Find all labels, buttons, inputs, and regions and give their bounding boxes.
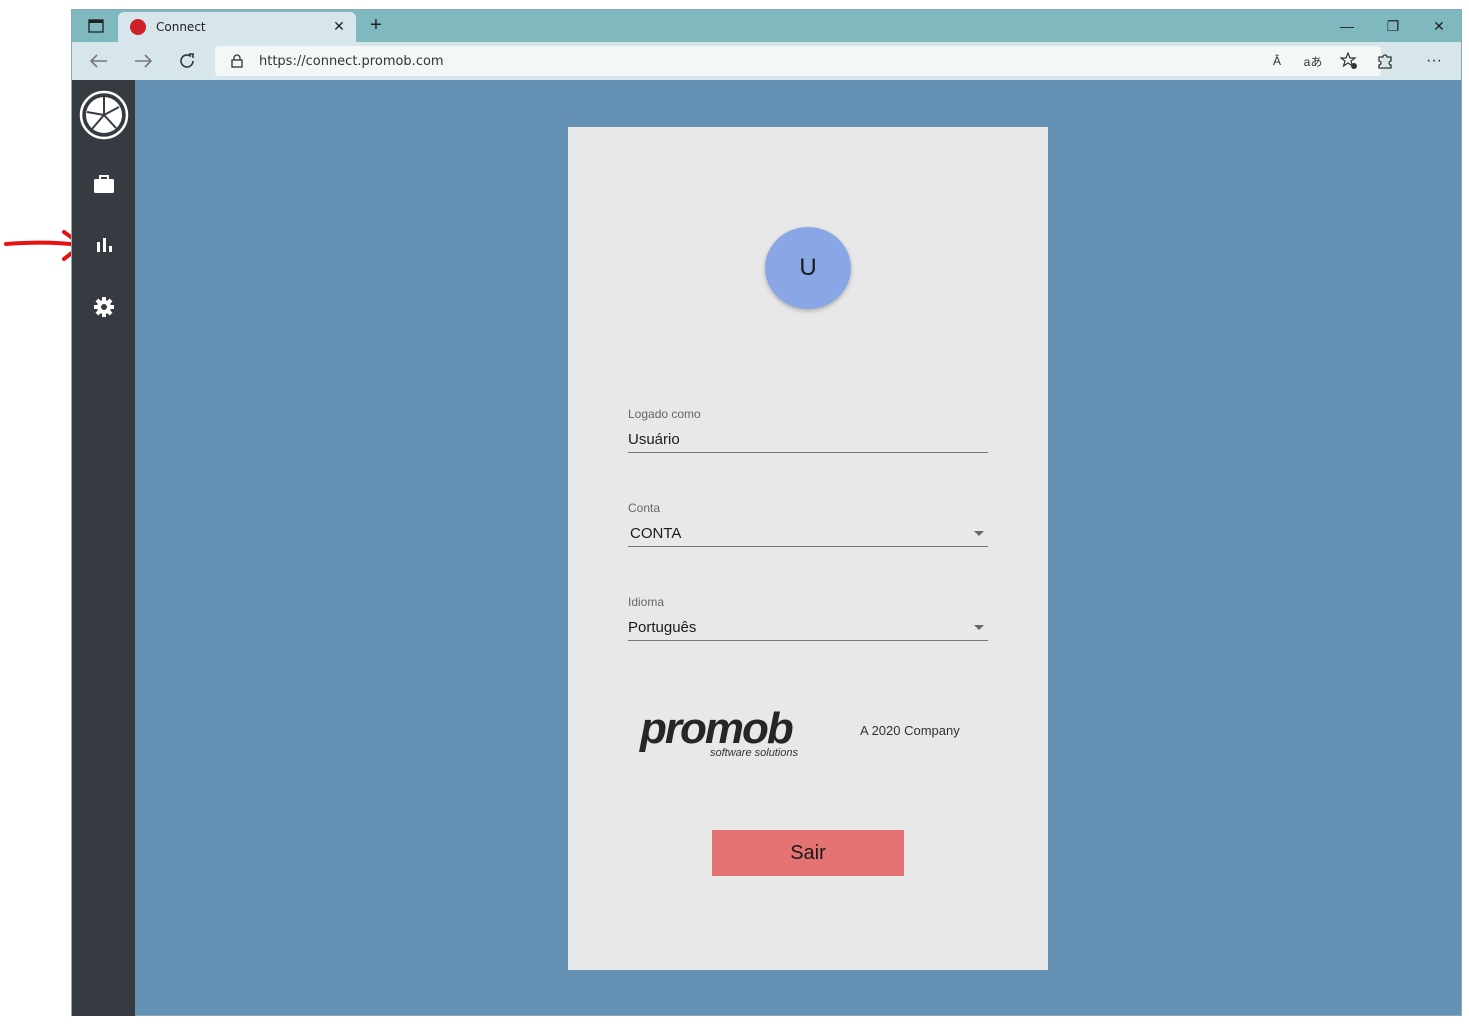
refresh-icon [180,53,194,68]
translate-icon: aあ [1303,54,1323,69]
back-button[interactable] [86,50,112,72]
ellipsis-icon: ··· [1426,52,1442,69]
promob-logo: promob software solutions [640,707,810,763]
puzzle-icon [1378,54,1392,69]
translate-button[interactable]: aあ [1301,51,1325,71]
gear-icon [93,297,114,317]
tab-actions-button[interactable] [80,15,112,37]
minimize-button[interactable]: — [1327,14,1367,38]
logged-as-value: Usuário [628,431,680,448]
bar-chart-icon [96,238,112,252]
address-bar: https://connect.promob.com Â aあ ··· [72,42,1461,80]
tab-close-button[interactable]: ✕ [330,17,348,35]
sidebar [72,80,135,1016]
account-value: CONTA [630,525,682,542]
language-label: Idioma [628,595,665,609]
forward-button[interactable] [130,50,156,72]
tab-connect[interactable]: Connect ✕ [118,12,356,42]
arrow-left-icon [90,54,107,68]
tab-actions-icon [88,19,104,33]
title-bar: Connect ✕ + — ❐ ✕ [72,10,1461,42]
chevron-down-icon [974,531,984,536]
logged-as-label: Logado como [628,407,701,421]
url-input[interactable]: https://connect.promob.com Â aあ [215,46,1381,76]
read-aloud-icon: Â [1272,54,1281,68]
favorites-button[interactable] [1337,51,1361,71]
company-text: A 2020 Company [860,723,960,738]
new-tab-button[interactable]: + [364,14,388,38]
chevron-down-icon [974,625,984,630]
window-close-button[interactable]: ✕ [1419,14,1459,38]
profile-card: U Logado como Usuário Conta CONTA Idioma… [568,127,1048,970]
url-text: https://connect.promob.com [259,54,444,69]
star-add-icon [1340,52,1357,69]
read-aloud-button[interactable]: Â [1265,51,1289,71]
logout-label: Sair [790,841,826,864]
language-select[interactable]: Idioma Português [628,595,988,641]
promob-logo-word: promob [640,704,794,753]
briefcase-icon [93,175,114,193]
avatar-initial: U [799,254,817,281]
arrow-right-icon [135,54,152,68]
logout-button[interactable]: Sair [712,830,904,876]
restore-button[interactable]: ❐ [1373,14,1413,38]
browser-window: Connect ✕ + — ❐ ✕ https://connect.promob… [71,9,1462,1016]
sidebar-item-projects[interactable] [72,174,135,194]
refresh-button[interactable] [174,50,200,72]
tab-title: Connect [156,20,206,34]
extensions-button[interactable] [1372,50,1398,72]
account-select[interactable]: Conta CONTA [628,501,988,547]
sidebar-item-home[interactable] [72,90,135,140]
avatar: U [765,227,851,309]
account-label: Conta [628,501,661,515]
logged-as-field: Logado como Usuário [628,407,988,453]
lock-icon [231,54,243,73]
promob-logo-tagline: software solutions [710,747,799,759]
sidebar-item-reports[interactable] [72,236,135,254]
sidebar-item-settings[interactable] [72,296,135,318]
language-value: Português [628,619,697,636]
connect-favicon-icon [130,19,146,35]
promob-logo-icon [79,90,128,140]
more-menu-button[interactable]: ··· [1421,50,1447,72]
